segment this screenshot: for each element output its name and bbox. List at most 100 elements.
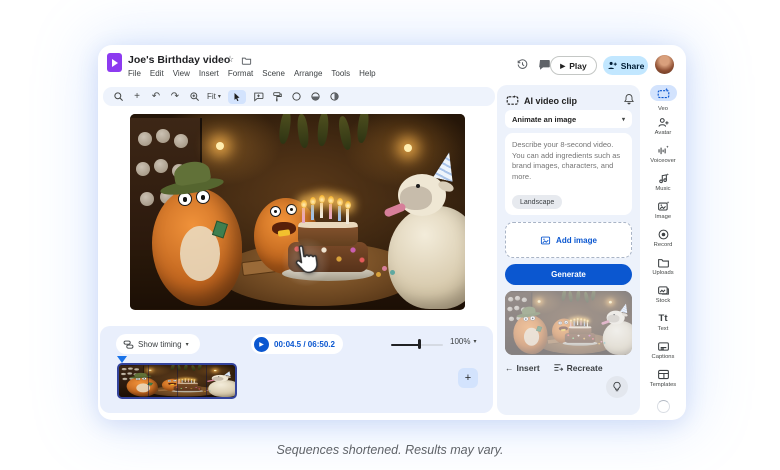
redo-icon[interactable]: ↷ <box>169 91 181 103</box>
mask-icon[interactable] <box>329 91 341 103</box>
sidebar-item-stock[interactable]: Stock <box>640 284 686 304</box>
timeline-play-button[interactable]: ▶ <box>254 336 269 352</box>
sidebar-item-text[interactable]: Tt Text <box>640 312 686 332</box>
move-folder-icon[interactable] <box>241 55 252 66</box>
menu-insert[interactable]: Insert <box>199 69 219 78</box>
loading-spinner-icon <box>657 400 670 413</box>
generate-button[interactable]: Generate <box>505 264 632 285</box>
wall-sconce <box>216 142 224 150</box>
chevron-down-icon: ▾ <box>473 339 477 345</box>
playback-time: 00:04.5 / 06:50.2 <box>274 339 335 349</box>
undo-icon[interactable]: ↶ <box>150 91 162 103</box>
insert-button[interactable]: ← Insert <box>505 362 540 373</box>
uploads-folder-icon <box>657 259 669 268</box>
recreate-label: Recreate <box>566 362 603 373</box>
generated-preview[interactable] <box>505 291 632 355</box>
result-actions: ← Insert Recreate <box>505 362 603 373</box>
text-icon: Tt <box>658 313 668 324</box>
generate-label: Generate <box>551 270 586 279</box>
landscape-chip[interactable]: Landscape <box>512 195 563 209</box>
vids-logo-icon[interactable] <box>107 53 122 72</box>
music-icon <box>658 173 669 184</box>
menu-bar: File Edit View Insert Format Scene Arran… <box>128 69 376 78</box>
version-history-icon[interactable] <box>516 58 529 71</box>
screenshot-root: Joe's Birthday video ☆ File Edit View In… <box>0 0 780 470</box>
add-image-button[interactable]: Add image <box>505 222 632 258</box>
media-sidebar: Veo Avatar Voiceover Music Image Record <box>640 45 686 420</box>
sidebar-item-captions[interactable]: Captions <box>640 340 686 360</box>
chevron-down-icon: ▾ <box>185 341 189 348</box>
shape-circle-icon[interactable] <box>291 91 303 103</box>
timing-icon <box>123 340 134 349</box>
lightbulb-icon <box>613 381 621 392</box>
arrow-left-icon: ← <box>505 362 514 373</box>
play-triangle-icon: ▶ <box>560 62 566 70</box>
edit-toolbar: + ↶ ↷ Fit ▾ <box>103 87 495 106</box>
add-clip-button[interactable]: + <box>458 368 478 388</box>
menu-view[interactable]: View <box>173 69 190 78</box>
document-title[interactable]: Joe's Birthday video <box>128 54 230 66</box>
timeline-clip[interactable] <box>117 363 237 399</box>
menu-scene[interactable]: Scene <box>262 69 285 78</box>
hand-cursor-icon <box>288 240 327 282</box>
slider-handle[interactable] <box>418 339 421 349</box>
scene-character-sheep <box>388 206 465 309</box>
tips-button[interactable] <box>606 376 628 398</box>
sidebar-item-uploads[interactable]: Uploads <box>640 256 686 276</box>
sidebar-item-voiceover[interactable]: Voiceover <box>640 144 686 164</box>
chevron-down-icon: ▾ <box>217 94 221 100</box>
fit-zoom-select[interactable]: Fit ▾ <box>207 92 221 101</box>
insert-label: Insert <box>516 362 540 373</box>
wall-sconce <box>404 144 412 152</box>
play-button[interactable]: ▶ Play <box>550 56 597 75</box>
menu-format[interactable]: Format <box>228 69 253 78</box>
zoom-level-select[interactable]: 100% ▾ <box>450 337 476 346</box>
show-timing-button[interactable]: Show timing ▾ <box>116 334 200 354</box>
wall-sconce <box>148 369 152 371</box>
sidebar-item-avatar[interactable]: Avatar <box>640 116 686 136</box>
contrast-icon[interactable] <box>310 91 322 103</box>
playhead-marker[interactable] <box>117 356 127 363</box>
person-add-icon <box>608 61 617 69</box>
ai-video-clip-panel: AI video clip Animate an image ▾ Landsca… <box>497 85 640 415</box>
format-paint-icon[interactable] <box>272 91 284 103</box>
mode-selected-value: Animate an image <box>512 114 577 124</box>
video-canvas[interactable] <box>130 114 465 310</box>
menu-help[interactable]: Help <box>359 69 375 78</box>
timeline-zoom-slider[interactable] <box>391 339 443 349</box>
sidebar-item-music[interactable]: Music <box>640 172 686 192</box>
record-icon <box>658 229 668 240</box>
mode-dropdown[interactable]: Animate an image ▾ <box>505 110 632 128</box>
fit-label: Fit <box>207 92 216 101</box>
sidebar-item-record[interactable]: Record <box>640 228 686 248</box>
voiceover-icon <box>658 145 669 155</box>
avatar-icon <box>658 118 669 127</box>
recreate-button[interactable]: Recreate <box>553 362 603 373</box>
wall-sconce <box>213 369 217 372</box>
panel-title: AI video clip <box>524 95 578 106</box>
ai-clip-icon <box>506 95 519 105</box>
select-tool-icon[interactable] <box>227 89 246 104</box>
add-icon[interactable]: + <box>131 91 143 103</box>
chevron-down-icon: ▾ <box>621 116 625 123</box>
image-icon <box>540 236 551 244</box>
prompt-textarea[interactable] <box>505 133 632 188</box>
sidebar-item-image[interactable]: Image <box>640 200 686 220</box>
timeline-strip: Show timing ▾ ▶ 00:04.5 / 06:50.2 100% ▾ <box>100 326 493 413</box>
templates-icon <box>657 369 669 380</box>
add-comment-icon[interactable] <box>253 91 265 103</box>
menu-arrange[interactable]: Arrange <box>294 69 322 78</box>
bell-icon[interactable] <box>623 93 635 105</box>
sidebar-item-veo[interactable]: Veo <box>640 85 686 112</box>
star-icon[interactable]: ☆ <box>226 54 234 65</box>
menu-file[interactable]: File <box>128 69 141 78</box>
veo-icon <box>657 87 669 98</box>
menu-edit[interactable]: Edit <box>150 69 164 78</box>
panel-header: AI video clip <box>506 94 577 107</box>
search-icon[interactable] <box>112 91 124 103</box>
sidebar-item-templates[interactable]: Templates <box>640 368 686 388</box>
zoom-in-icon[interactable] <box>188 91 200 103</box>
menu-tools[interactable]: Tools <box>331 69 350 78</box>
play-button-label: Play <box>569 60 587 71</box>
playback-pill: ▶ 00:04.5 / 06:50.2 <box>251 334 343 354</box>
